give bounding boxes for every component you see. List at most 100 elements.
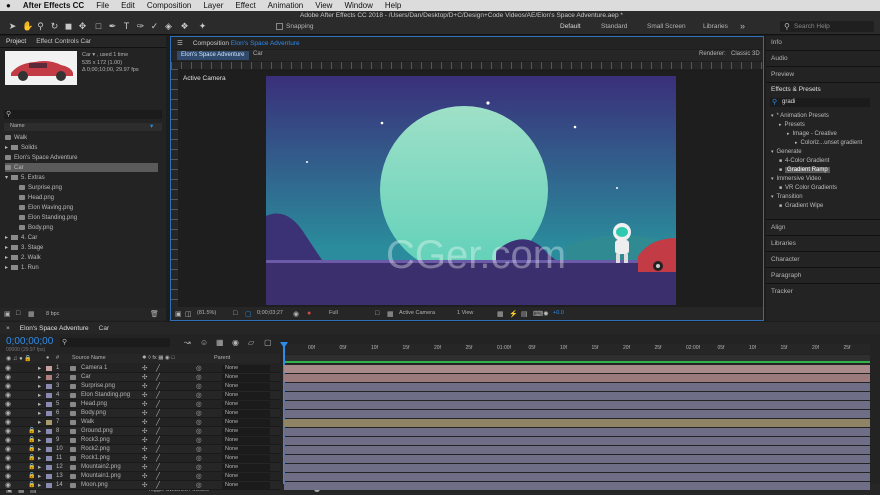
view-select[interactable]: Active Camera (399, 310, 435, 316)
menu-window[interactable]: Window (344, 1, 372, 10)
label-color-swatch[interactable] (46, 456, 52, 461)
label-color-swatch[interactable] (46, 465, 52, 470)
chevron-right-icon[interactable]: ▸ (5, 144, 8, 151)
menu-edit[interactable]: Edit (121, 1, 135, 10)
label-color-swatch[interactable] (46, 420, 52, 425)
shy-switch-icon[interactable]: ✣ (142, 454, 147, 462)
always-preview-icon[interactable]: ▣ (175, 310, 182, 318)
layer-row[interactable]: ◉ 🔒 ▸ 10 Rock2.png ✣ ╱ ◎ None (0, 445, 280, 454)
new-folder-icon[interactable]: □ (16, 310, 20, 317)
pick-whip-icon[interactable]: ◎ (196, 382, 202, 390)
parent-select[interactable]: None (222, 473, 270, 480)
chevron-right-icon[interactable]: ▸ (38, 472, 41, 480)
effects-tree-item[interactable]: ▸ Coloriz...unset gradient (795, 138, 862, 147)
parent-select[interactable]: None (222, 455, 270, 462)
parent-select[interactable]: None (222, 374, 270, 381)
zoom-select[interactable]: (81.5%) (197, 310, 216, 316)
comp-tab-car[interactable]: Car (253, 51, 263, 57)
project-item[interactable]: Walk (5, 133, 27, 142)
search-help-field[interactable]: ⚲ Search Help (780, 21, 874, 32)
quality-switch-icon[interactable]: ╱ (156, 391, 160, 399)
pick-whip-icon[interactable]: ◎ (196, 391, 202, 399)
workspace-standard[interactable]: Standard (601, 23, 627, 30)
exposure-icon[interactable]: ✹ (543, 310, 549, 318)
timeline-tab-car[interactable]: Car (99, 325, 109, 332)
timeline-close-icon[interactable]: × (6, 325, 10, 332)
parent-select[interactable]: None (222, 365, 270, 372)
layer-name[interactable]: Mountain2.png (81, 464, 121, 470)
shy-switch-icon[interactable]: ✣ (142, 418, 147, 426)
effects-tree-item[interactable]: ▾ Generate (771, 147, 802, 156)
timeline-icon[interactable]: ▤ (521, 310, 528, 318)
comp-tab-elons-space-adventure[interactable]: Elon's Space Adventure (177, 51, 249, 60)
visibility-eye-icon[interactable]: ◉ (5, 382, 11, 390)
parent-select[interactable]: None (222, 383, 270, 390)
shy-switch-icon[interactable]: ✣ (142, 373, 147, 381)
lock-icon[interactable]: 🔒 (28, 472, 35, 479)
apple-icon[interactable]: ● (6, 1, 11, 10)
quality-switch-icon[interactable]: ╱ (156, 472, 160, 480)
layer-row[interactable]: ◉ ▸ 1 Camera 1 ✣ ╱ ◎ None (0, 364, 280, 373)
libraries-panel-tab[interactable]: Libraries (771, 240, 796, 247)
visibility-eye-icon[interactable]: ◉ (5, 454, 11, 462)
layer-name[interactable]: Rock3.png (81, 437, 110, 443)
layer-row[interactable]: ◉ 🔒 ▸ 9 Rock3.png ✣ ╱ ◎ None (0, 436, 280, 445)
chevron-right-icon[interactable]: ▸ (38, 409, 41, 417)
resolution-select[interactable]: Full (329, 310, 338, 316)
visibility-eye-icon[interactable]: ◉ (5, 436, 11, 444)
effects-presets-title[interactable]: Effects & Presets (771, 86, 821, 93)
quality-switch-icon[interactable]: ╱ (156, 373, 160, 381)
layer-row[interactable]: ◉ ▸ 7 Walk ✣ ╱ ◎ None (0, 418, 280, 427)
app-menu[interactable]: After Effects CC (23, 1, 84, 10)
chevron-right-icon[interactable]: ▸ (5, 254, 8, 261)
parent-select[interactable]: None (222, 482, 270, 489)
flowchart-icon[interactable]: ⌨ (533, 310, 543, 318)
lock-icon[interactable]: 🔒 (28, 463, 35, 470)
shy-switch-icon[interactable]: ✣ (142, 481, 147, 489)
timeline-search-field[interactable]: ⚲ (60, 338, 170, 347)
label-color-swatch[interactable] (46, 384, 52, 389)
camera-tool-icon[interactable]: ◼ (64, 22, 73, 31)
project-item[interactable]: Elon's Space Adventure (5, 153, 78, 162)
layer-row[interactable]: ◉ ▸ 5 Head.png ✣ ╱ ◎ None (0, 400, 280, 409)
visibility-eye-icon[interactable]: ◉ (5, 445, 11, 453)
visibility-eye-icon[interactable]: ◉ (5, 481, 11, 489)
layer-duration-bar[interactable] (284, 446, 870, 454)
effects-tree-item[interactable]: ■ VR Color Gradients (779, 183, 837, 192)
project-item[interactable]: ▸ 3. Stage (5, 243, 43, 252)
chevron-right-icon[interactable]: ▸ (38, 364, 41, 372)
parent-select[interactable]: None (222, 410, 270, 417)
visibility-eye-icon[interactable]: ◉ (5, 409, 11, 417)
quality-switch-icon[interactable]: ╱ (156, 400, 160, 408)
chevron-down-icon[interactable]: ▾ (5, 174, 8, 181)
quality-switch-icon[interactable]: ╱ (156, 418, 160, 426)
sort-icon[interactable]: ▾ (150, 122, 153, 130)
quality-switch-icon[interactable]: ╱ (156, 481, 160, 489)
align-panel-tab[interactable]: Align (771, 224, 785, 231)
chevron-right-icon[interactable]: ▸ (38, 400, 41, 408)
project-item[interactable]: Car (5, 163, 158, 172)
layer-name[interactable]: Mountain1.png (81, 473, 121, 479)
project-item[interactable]: Elon Waving.png (19, 203, 73, 212)
character-panel-tab[interactable]: Character (771, 256, 800, 263)
label-color-swatch[interactable] (46, 447, 52, 452)
layer-duration-bar[interactable] (284, 374, 870, 382)
parent-select[interactable]: None (222, 437, 270, 444)
layer-row[interactable]: ◉ 🔒 ▸ 8 Ground.png ✣ ╱ ◎ None (0, 427, 280, 436)
project-item[interactable]: Body.png (19, 223, 53, 232)
layer-row[interactable]: ◉ 🔒 ▸ 11 Rock1.png ✣ ╱ ◎ None (0, 454, 280, 463)
label-color-swatch[interactable] (46, 483, 52, 488)
effects-tree-item[interactable]: ▾ Immersive Video (771, 174, 821, 183)
bpc-label[interactable]: 8 bpc (46, 311, 59, 317)
renderer-value[interactable]: Classic 3D (731, 51, 760, 57)
effects-tree-item[interactable]: ▾ Transition (771, 192, 803, 201)
pick-whip-icon[interactable]: ◎ (196, 364, 202, 372)
layer-name[interactable]: Rock2.png (81, 446, 110, 452)
audio-panel-tab[interactable]: Audio (771, 55, 788, 62)
region-of-interest-icon[interactable]: □ (375, 310, 379, 317)
layer-row[interactable]: ◉ ▸ 2 Car ✣ ╱ ◎ None (0, 373, 280, 382)
layer-name[interactable]: Surprise.png (81, 383, 115, 389)
layer-duration-bar[interactable] (284, 482, 870, 490)
layer-duration-bar[interactable] (284, 419, 870, 427)
quality-switch-icon[interactable]: ╱ (156, 454, 160, 462)
